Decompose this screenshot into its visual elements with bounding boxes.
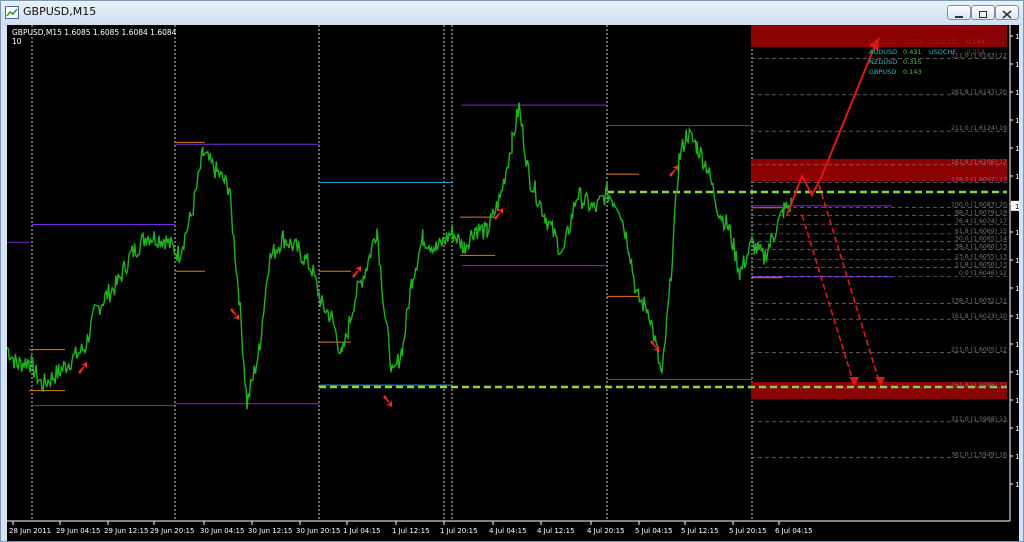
time-label: 1 Jul 12:15 (392, 527, 430, 535)
time-label: 5 Jul 04:15 (635, 527, 673, 535)
projection-arrows (786, 37, 885, 386)
bearish-projection-line-1 (801, 214, 854, 382)
fib-level-label: 261.8 (1.5986) 12 (951, 382, 1007, 389)
symbol-info: GBPUSD,M15 1.6085 1.6085 1.6084 1.6084 (12, 28, 177, 37)
minimize-button[interactable] (947, 5, 971, 20)
fib-level-label: 311.0 (1.5968) 13 (951, 416, 1007, 423)
correlation-pair: USDCAD (929, 38, 957, 46)
sell-signal-arrow (383, 395, 392, 407)
time-label: 4 Jul 20:15 (587, 527, 625, 535)
correlation-value: 0.315 (903, 58, 922, 66)
time-label: 6 Jul 04:15 (775, 527, 813, 535)
price-series (7, 102, 792, 410)
sell-signal-arrow (230, 308, 239, 320)
price-label: 1.5995 (1015, 369, 1019, 377)
price-label: 1.6040 (1015, 285, 1019, 293)
correlation-value: -0.184 (964, 38, 985, 46)
volume-info: 10 (12, 37, 22, 46)
correlation-pair: NZDUSD (869, 58, 897, 66)
session-range-lines (7, 104, 1007, 407)
time-axis[interactable]: 28 Jun 2011 29 Jun 04:15 29 Jun 12:15 29 Ju… (7, 520, 1010, 535)
fib-level-label: 211.0 (1.6005) 12 (951, 346, 1007, 353)
price-label: 1.6175 (1015, 33, 1019, 41)
fib-level-label: 261.8 (1.6143) 20 (951, 89, 1007, 96)
time-label: 1 Jul 20:15 (440, 527, 478, 535)
time-label: 29 Jun 12:15 (104, 527, 148, 535)
correlation-value: -0.214 (964, 48, 985, 56)
price-label: 1.6070 (1015, 229, 1019, 237)
price-label: 1.5935 (1015, 481, 1019, 489)
price-chart[interactable]: 311.0 (1.6163) 22 261.8 (1.6143) 20 211.0 … (7, 25, 1019, 541)
fib-level-label: 88.2 (1.6079) 19 (955, 210, 1007, 217)
time-label: 4 Jul 04:15 (489, 527, 527, 535)
time-label: 5 Jul 20:15 (729, 527, 767, 535)
price-line (7, 102, 792, 410)
restore-icon (979, 11, 987, 18)
correlation-pair: EURUSD (869, 38, 896, 46)
time-label: 30 Jun 20:15 (296, 527, 340, 535)
chart-window-icon (5, 6, 19, 19)
price-label: 1.5950 (1015, 453, 1019, 461)
price-label: 1.6130 (1015, 117, 1019, 125)
time-label: 29 Jun 04:15 (56, 527, 100, 535)
fib-level-label: 161.8 (1.6023) 10 (951, 313, 1007, 320)
time-label: 1 Jul 04:15 (343, 527, 381, 535)
chart-canvas[interactable]: 311.0 (1.6163) 22261.8 (1.6143) 20211.0 … (7, 25, 1019, 541)
buy-signal-arrow (78, 362, 87, 374)
price-label: 1.5980 (1015, 397, 1019, 405)
time-separators (31, 25, 753, 521)
window-title: GBPUSD,M15 (23, 5, 97, 18)
time-label: 28 Jun 2011 (9, 527, 51, 535)
price-label: 1.6100 (1015, 173, 1019, 181)
fib-level-label: 50.0 (1.6065) 14 (955, 236, 1007, 243)
price-label: 1.6055 (1015, 257, 1019, 265)
time-label: 30 Jun 04:15 (200, 527, 244, 535)
buy-signal-arrow (352, 266, 361, 278)
price-axis[interactable]: 1.6175 1.6160 1.6145 1.6130 1.6115 1.6100 1.60… (1009, 25, 1019, 521)
fib-level-label: 23.6 (1.6055) 13 (955, 254, 1007, 261)
price-label: 1.6115 (1015, 145, 1019, 153)
fib-level-label: 211.0 (1.6124) 19 (951, 125, 1007, 132)
maximize-button[interactable] (971, 5, 995, 20)
price-label: 1.6145 (1015, 89, 1019, 97)
price-label: 1.6010 (1015, 341, 1019, 349)
time-label: 30 Jun 12:15 (248, 527, 292, 535)
fib-level-label: 361.0 (1.5949) 16 (951, 451, 1007, 458)
fib-level-label: 100.0 (1.6083) 20 (951, 202, 1007, 209)
close-button[interactable] (995, 5, 1019, 20)
correlation-value: 0.431 (903, 48, 922, 56)
terminal-window: GBPUSD,M15 311.0 (1.6163) 22 261.8 (1.614… (0, 0, 1024, 542)
current-price-label: 1.6084 (1015, 203, 1019, 211)
time-label: 4 Jul 12:15 (537, 527, 575, 535)
time-label: 5 Jul 12:15 (681, 527, 719, 535)
bearish-projection-line-2 (818, 184, 880, 382)
correlation-pair: GBPUSD (869, 68, 896, 76)
fib-level-label: 138.2 (1.6032) 11 (951, 297, 1007, 304)
fib-level-label: 38.2 (1.6060) 13 (955, 244, 1007, 251)
fib-level-label: 0.0 (1.6046) 12 (959, 270, 1007, 277)
price-label: 1.6025 (1015, 313, 1019, 321)
buy-signal-arrow (669, 165, 678, 177)
title-bar[interactable]: GBPUSD,M15 (1, 1, 1023, 25)
price-label: 1.6160 (1015, 61, 1019, 69)
correlation-value: 0.143 (903, 68, 922, 76)
correlation-pair: USDCHF (929, 48, 956, 56)
correlation-value: 0.229 (903, 38, 922, 46)
fib-level-label: 76.4 (1.6074) 17 (955, 218, 1007, 225)
correlation-pair: AUDUSD (869, 48, 897, 56)
fib-level-label: 138.2 (1.6097) 17 (951, 177, 1007, 184)
fib-level-label: 161.8 (1.6106) 17 (951, 159, 1007, 166)
price-label: 1.5965 (1015, 425, 1019, 433)
fib-level-label: 61.8 (1.6069) 15 (955, 228, 1007, 235)
minimize-icon (955, 16, 963, 18)
close-icon (1002, 10, 1012, 19)
bullish-projection-path (786, 42, 877, 216)
fib-level-label: 11.8 (1.6050) 13 (955, 261, 1007, 268)
time-label: 29 Jun 20:15 (150, 527, 194, 535)
